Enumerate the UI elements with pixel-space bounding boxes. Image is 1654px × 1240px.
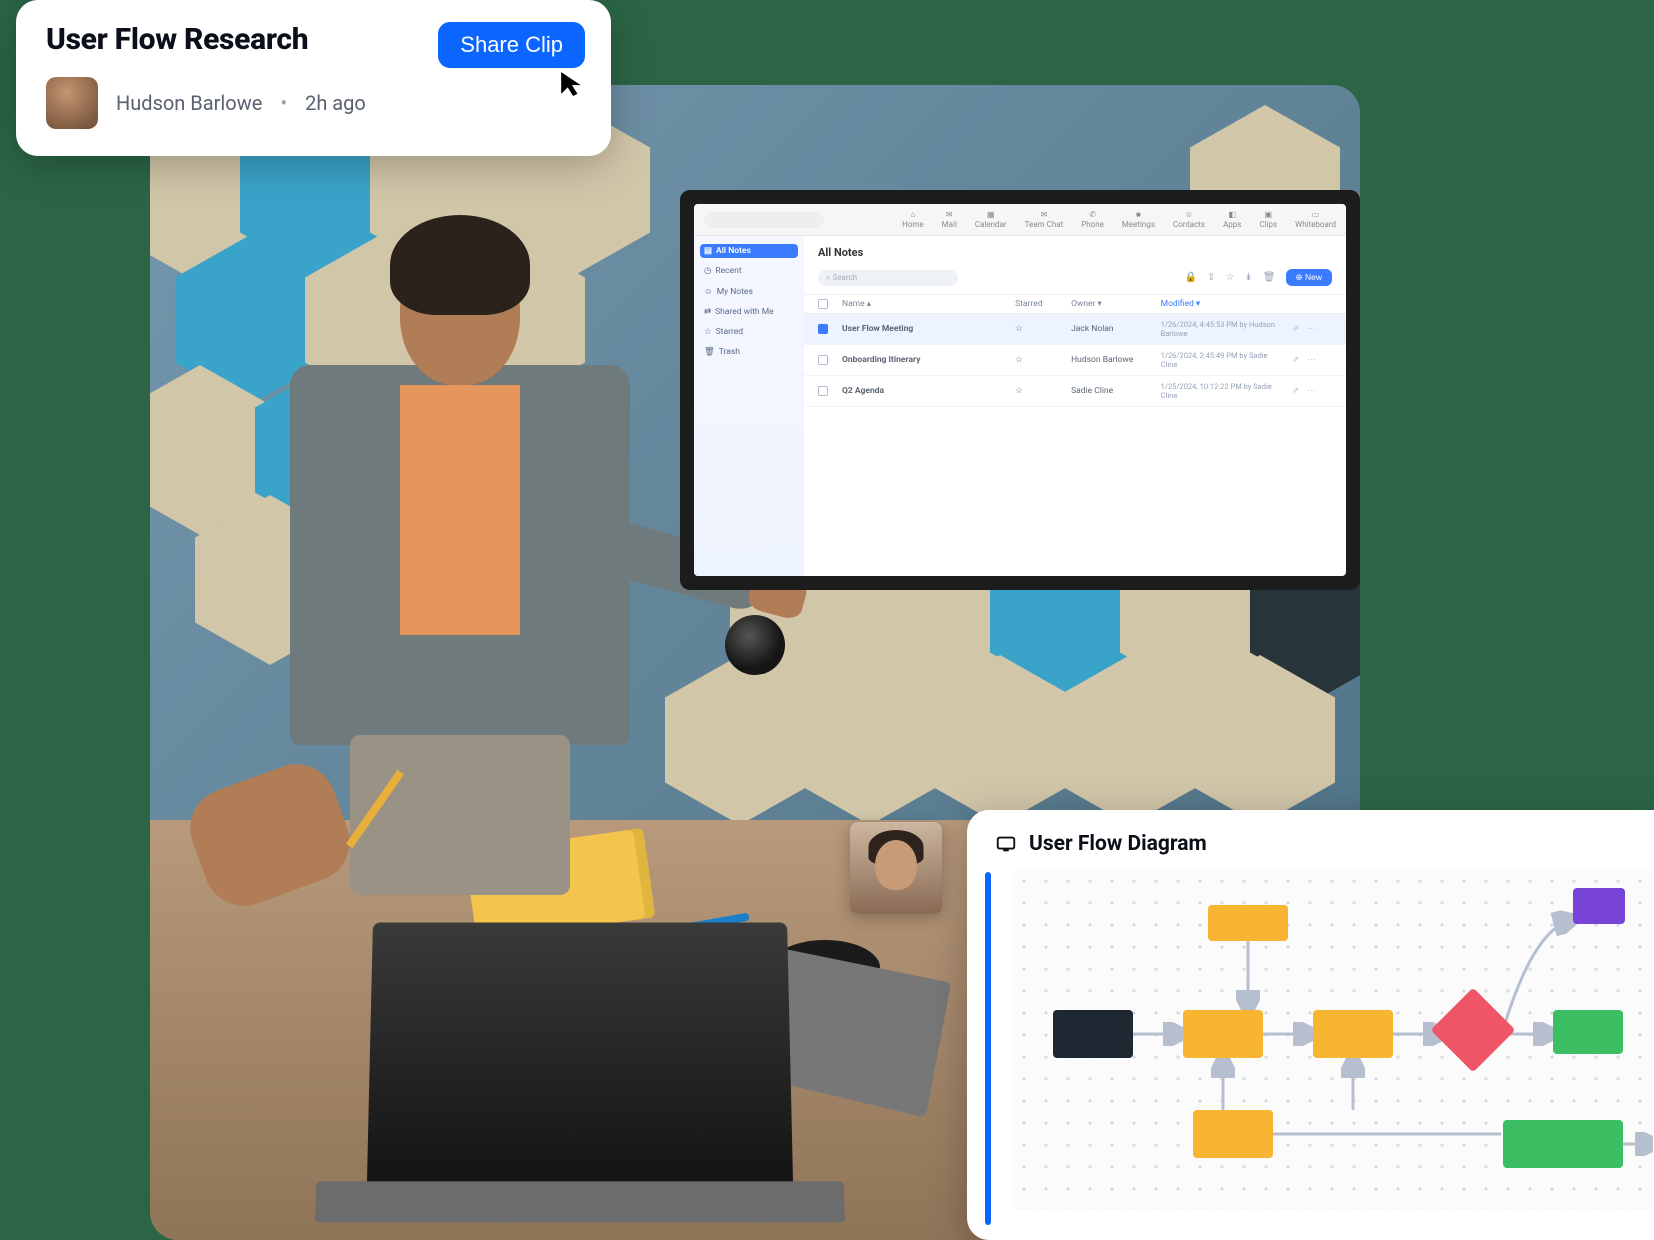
flow-node[interactable] xyxy=(1553,1010,1623,1054)
flow-node[interactable] xyxy=(1503,1120,1623,1168)
share-icon: ⇄ xyxy=(704,307,711,317)
row-actions[interactable]: ⇗ ⋯ xyxy=(1292,386,1332,396)
flow-node[interactable] xyxy=(1183,1010,1263,1058)
share-clip-button[interactable]: Share Clip xyxy=(438,22,585,68)
star-toggle-icon[interactable]: ☆ xyxy=(1225,272,1234,283)
tab-mail[interactable]: ✉Mail xyxy=(942,210,957,229)
flow-canvas[interactable] xyxy=(1013,870,1653,1210)
flow-node[interactable] xyxy=(1573,888,1625,924)
checkbox-column[interactable] xyxy=(818,299,828,309)
wall-display: ⌂Home ✉Mail ▦Calendar ✉Team Chat ✆Phone … xyxy=(680,190,1360,590)
table-row[interactable]: User Flow Meeting ☆ Jack Nolan 1/26/2024… xyxy=(804,314,1346,345)
pip-thumbnail[interactable] xyxy=(850,822,942,914)
clip-author: Hudson Barlowe xyxy=(116,91,262,115)
col-name[interactable]: Name ▴ xyxy=(842,299,1009,309)
row-actions[interactable]: ⇗ ⋯ xyxy=(1292,324,1332,334)
separator-dot: • xyxy=(280,91,287,115)
global-search[interactable] xyxy=(704,212,824,228)
tab-phone[interactable]: ✆Phone xyxy=(1081,210,1104,229)
flow-node[interactable] xyxy=(1193,1110,1273,1158)
diagram-card: User Flow Diagram xyxy=(967,810,1654,1240)
sidebar-item-shared[interactable]: ⇄Shared with Me xyxy=(700,305,798,319)
sidebar-item-my-notes[interactable]: ☺My Notes xyxy=(700,284,798,299)
row-checkbox[interactable] xyxy=(818,386,828,396)
whiteboard-icon xyxy=(995,833,1017,855)
notes-icon: ▤ xyxy=(704,246,712,256)
laptop xyxy=(367,922,793,1181)
room-camera xyxy=(725,615,785,675)
notes-sidebar: ▤All Notes ◷Recent ☺My Notes ⇄Shared wit… xyxy=(694,236,804,576)
star-icon: ☆ xyxy=(704,327,712,337)
tab-apps[interactable]: ◧Apps xyxy=(1223,210,1241,229)
sidebar-item-trash[interactable]: 🗑Trash xyxy=(700,345,798,359)
clock-icon: ◷ xyxy=(704,266,711,276)
flow-node-start[interactable] xyxy=(1053,1010,1133,1058)
notes-table-header: Name ▴ Starred Owner ▾ Modified ▾ xyxy=(804,294,1346,314)
row-checkbox[interactable] xyxy=(818,324,828,334)
flow-node[interactable] xyxy=(1208,905,1288,941)
star-icon[interactable]: ☆ xyxy=(1015,355,1065,365)
clip-card: User Flow Research Share Clip Hudson Bar… xyxy=(16,0,611,156)
tab-contacts[interactable]: ☺Contacts xyxy=(1173,210,1205,229)
sort-icon[interactable]: ↡ xyxy=(1244,272,1252,283)
app-topbar: ⌂Home ✉Mail ▦Calendar ✉Team Chat ✆Phone … xyxy=(694,204,1346,236)
notes-app: ⌂Home ✉Mail ▦Calendar ✉Team Chat ✆Phone … xyxy=(694,204,1346,576)
tab-clips[interactable]: ▣Clips xyxy=(1259,210,1277,229)
table-row[interactable]: Onboarding Itinerary ☆ Hudson Barlowe 1/… xyxy=(804,345,1346,376)
trash-icon: 🗑 xyxy=(704,347,715,357)
search-icon: ⌕ xyxy=(826,273,830,283)
share-out-icon[interactable]: ⇪ xyxy=(1207,272,1215,283)
tab-calendar[interactable]: ▦Calendar xyxy=(975,210,1007,229)
sidebar-item-recent[interactable]: ◷Recent xyxy=(700,264,798,278)
star-icon[interactable]: ☆ xyxy=(1015,386,1065,396)
sidebar-item-starred[interactable]: ☆Starred xyxy=(700,325,798,339)
col-owner[interactable]: Owner ▾ xyxy=(1071,299,1155,309)
notes-main: All Notes ⌕ Search 🔒 ⇪ ☆ ↡ 🗑 ⊕ New xyxy=(804,236,1346,576)
diagram-tab-indicator xyxy=(985,872,991,1225)
tab-home[interactable]: ⌂Home xyxy=(902,210,924,229)
delete-icon[interactable]: 🗑 xyxy=(1263,272,1276,283)
cursor-icon xyxy=(559,70,585,96)
notes-search[interactable]: ⌕ Search xyxy=(818,270,958,286)
col-starred[interactable]: Starred xyxy=(1015,299,1065,309)
person-icon: ☺ xyxy=(704,286,713,297)
col-modified[interactable]: Modified ▾ xyxy=(1161,299,1286,309)
row-actions[interactable]: ⇗ ⋯ xyxy=(1292,355,1332,365)
row-checkbox[interactable] xyxy=(818,355,828,365)
new-note-button[interactable]: ⊕ New xyxy=(1286,269,1333,286)
topbar-tabs: ⌂Home ✉Mail ▦Calendar ✉Team Chat ✆Phone … xyxy=(902,210,1336,229)
flow-node[interactable] xyxy=(1313,1010,1393,1058)
tab-meetings[interactable]: ■Meetings xyxy=(1122,210,1155,229)
clip-time: 2h ago xyxy=(305,91,366,115)
table-row[interactable]: Q2 Agenda ☆ Sadie Cline 1/25/2024, 10:12… xyxy=(804,376,1346,407)
avatar xyxy=(46,77,98,129)
lock-icon[interactable]: 🔒 xyxy=(1185,272,1197,283)
sidebar-item-all-notes[interactable]: ▤All Notes xyxy=(700,244,798,258)
diagram-title: User Flow Diagram xyxy=(1029,832,1207,856)
star-icon[interactable]: ☆ xyxy=(1015,324,1065,334)
tab-whiteboard[interactable]: ▭Whiteboard xyxy=(1295,210,1336,229)
notes-heading: All Notes xyxy=(804,236,1346,265)
tab-team-chat[interactable]: ✉Team Chat xyxy=(1025,210,1064,229)
